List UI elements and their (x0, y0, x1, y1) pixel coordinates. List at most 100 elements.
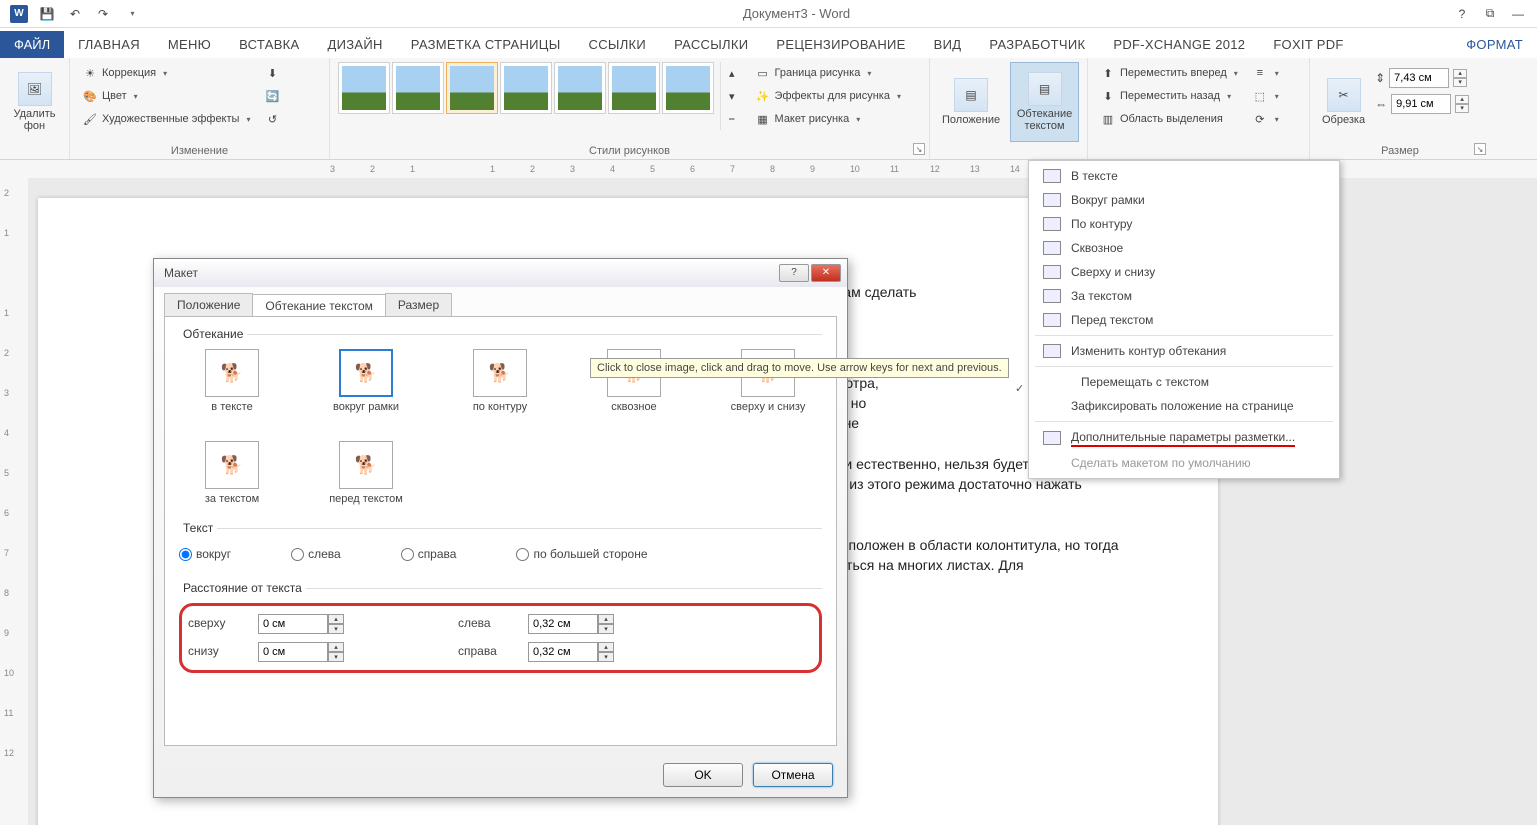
opt-square[interactable]: 🐕вокруг рамки (313, 349, 419, 413)
dialog-close-button[interactable]: ✕ (811, 264, 841, 282)
wrap-move-with-text[interactable]: Перемещать с текстом (1029, 370, 1339, 394)
opt-tight[interactable]: 🐕по контуру (447, 349, 553, 413)
picture-border-button[interactable]: ▭Граница рисунка (751, 62, 905, 84)
wrap-text-button[interactable]: ▤ Обтекание текстом (1010, 62, 1079, 142)
send-backward-button[interactable]: ⬇Переместить назад (1096, 85, 1242, 107)
width-input[interactable] (1391, 94, 1451, 114)
qat-customize-icon[interactable] (118, 2, 144, 26)
style-thumb-7[interactable] (662, 62, 714, 114)
picture-styles-gallery[interactable] (338, 62, 714, 114)
radio-left[interactable]: слева (291, 547, 341, 561)
bring-forward-button[interactable]: ⬆Переместить вперед (1096, 62, 1242, 84)
dialog-tab-size[interactable]: Размер (385, 293, 452, 316)
color-button[interactable]: 🎨Цвет (78, 85, 254, 107)
gallery-more-icon[interactable]: ⎯ (725, 108, 739, 130)
height-input[interactable] (1389, 68, 1449, 88)
wrap-inline[interactable]: В тексте (1029, 164, 1339, 188)
tab-home[interactable]: ГЛАВНАЯ (64, 31, 154, 58)
sun-icon: ☀ (82, 65, 98, 81)
dist-right-input[interactable] (528, 642, 598, 662)
bring-forward-icon: ⬆ (1100, 65, 1116, 81)
tab-references[interactable]: ССЫЛКИ (575, 31, 661, 58)
qat-save-icon[interactable]: 💾 (34, 2, 60, 26)
wrap-topbottom[interactable]: Сверху и снизу (1029, 260, 1339, 284)
crop-button[interactable]: ✂ Обрезка (1318, 62, 1369, 142)
style-thumb-1[interactable] (338, 62, 390, 114)
wrap-square[interactable]: Вокруг рамки (1029, 188, 1339, 212)
dialog-help-button[interactable]: ? (779, 264, 809, 282)
reset-picture-button[interactable]: ↺ (260, 108, 284, 130)
tab-file[interactable]: ФАЙЛ (0, 31, 64, 58)
height-up[interactable]: ▴ (1453, 69, 1467, 78)
group-button[interactable]: ⬚ (1248, 85, 1283, 107)
tab-pdfxchange[interactable]: PDF-XChange 2012 (1099, 31, 1259, 58)
align-button[interactable]: ≡ (1248, 62, 1283, 84)
minimize-icon[interactable]: — (1505, 2, 1531, 26)
dist-left-input[interactable] (528, 614, 598, 634)
size-launcher-icon[interactable]: ↘ (1474, 143, 1486, 155)
tab-pagelayout[interactable]: РАЗМЕТКА СТРАНИЦЫ (397, 31, 575, 58)
opt-infront[interactable]: 🐕перед текстом (313, 441, 419, 505)
qat-undo-icon[interactable]: ↶ (62, 2, 88, 26)
gallery-down-icon[interactable]: ▾ (725, 85, 739, 107)
image-viewer-tooltip: Click to close image, click and drag to … (590, 358, 1009, 378)
dog-icon: 🐕 (221, 455, 243, 476)
tab-menu[interactable]: Меню (154, 31, 225, 58)
artistic-effects-button[interactable]: 🖌Художественные эффекты (78, 108, 254, 130)
opt-behind[interactable]: 🐕за текстом (179, 441, 285, 505)
layout-icon: ▦ (755, 111, 771, 127)
styles-launcher-icon[interactable]: ↘ (913, 143, 925, 155)
qat-redo-icon[interactable]: ↷ (90, 2, 116, 26)
picture-effects-button[interactable]: ✨Эффекты для рисунка (751, 85, 905, 107)
help-icon[interactable]: ? (1449, 2, 1475, 26)
width-up[interactable]: ▴ (1455, 95, 1469, 104)
dist-bottom-input[interactable] (258, 642, 328, 662)
dialog-titlebar[interactable]: Макет ? ✕ (154, 259, 847, 287)
corrections-button[interactable]: ☀Коррекция (78, 62, 254, 84)
position-button[interactable]: ▤ Положение (938, 62, 1004, 142)
style-thumb-4[interactable] (500, 62, 552, 114)
width-down[interactable]: ▾ (1455, 104, 1469, 113)
style-thumb-5[interactable] (554, 62, 606, 114)
tab-developer[interactable]: РАЗРАБОТЧИК (975, 31, 1099, 58)
palette-icon: 🎨 (82, 88, 98, 104)
tab-design[interactable]: ДИЗАЙН (314, 31, 397, 58)
radio-right[interactable]: справа (401, 547, 457, 561)
style-thumb-6[interactable] (608, 62, 660, 114)
dialog-tab-position[interactable]: Положение (164, 293, 253, 316)
dist-top-input[interactable] (258, 614, 328, 634)
dialog-tab-wrap[interactable]: Обтекание текстом (252, 294, 385, 317)
height-down[interactable]: ▾ (1453, 78, 1467, 87)
tab-mailings[interactable]: РАССЫЛКИ (660, 31, 762, 58)
wrap-behind[interactable]: За текстом (1029, 284, 1339, 308)
dialog-ok-button[interactable]: OK (663, 763, 743, 787)
style-thumb-2[interactable] (392, 62, 444, 114)
word-app-icon[interactable]: W (6, 2, 32, 26)
style-thumb-3[interactable] (446, 62, 498, 114)
rotate-button[interactable]: ⟳ (1248, 108, 1283, 130)
wrap-edit-points[interactable]: Изменить контур обтекания (1029, 339, 1339, 363)
picture-layout-button[interactable]: ▦Макет рисунка (751, 108, 905, 130)
change-picture-button[interactable]: 🔄 (260, 85, 284, 107)
remove-background-button[interactable]: 🖼 Удалить фон (8, 62, 61, 142)
group-adjust-label: Изменение (78, 143, 321, 157)
radio-around[interactable]: вокруг (179, 547, 231, 561)
vertical-ruler[interactable]: 21123456789101112 (0, 178, 28, 825)
wrap-fix-position[interactable]: Зафиксировать положение на странице (1029, 394, 1339, 418)
tab-format[interactable]: ФОРМАТ (1452, 31, 1537, 58)
wrap-infront[interactable]: Перед текстом (1029, 308, 1339, 332)
selection-pane-button[interactable]: ▥Область выделения (1096, 108, 1242, 130)
tab-foxit[interactable]: Foxit PDF (1259, 31, 1357, 58)
ribbon-display-icon[interactable]: ⧉ (1477, 2, 1503, 26)
dialog-cancel-button[interactable]: Отмена (753, 763, 833, 787)
opt-inline[interactable]: 🐕в тексте (179, 349, 285, 413)
compress-button[interactable]: ⬇ (260, 62, 284, 84)
tab-insert[interactable]: ВСТАВКА (225, 31, 313, 58)
gallery-up-icon[interactable]: ▴ (725, 62, 739, 84)
wrap-more-options[interactable]: Дополнительные параметры разметки... (1029, 425, 1339, 451)
wrap-tight[interactable]: По контуру (1029, 212, 1339, 236)
tab-review[interactable]: РЕЦЕНЗИРОВАНИЕ (762, 31, 919, 58)
tab-view[interactable]: ВИД (920, 31, 976, 58)
wrap-through[interactable]: Сквозное (1029, 236, 1339, 260)
radio-largest[interactable]: по большей стороне (516, 547, 647, 561)
